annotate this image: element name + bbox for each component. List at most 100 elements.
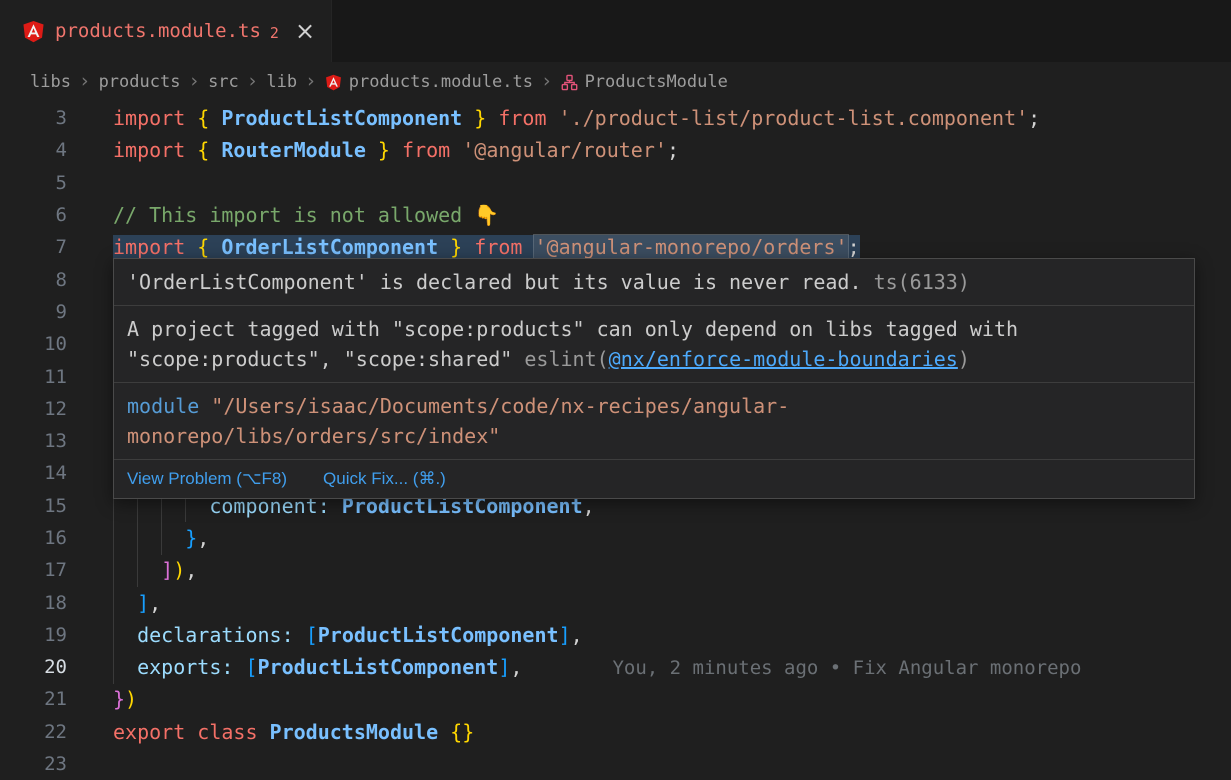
line-number[interactable]: 23 <box>0 753 100 775</box>
line-number[interactable]: 17 <box>0 559 100 581</box>
code-token: } <box>462 106 486 130</box>
code-text <box>100 268 113 292</box>
code-token <box>113 655 137 679</box>
breadcrumb-separator-icon: › <box>81 70 89 92</box>
close-icon[interactable]: × <box>295 19 315 43</box>
line-number[interactable]: 4 <box>0 139 100 161</box>
line-number[interactable]: 15 <box>0 495 100 517</box>
code-token: [ <box>245 655 257 679</box>
module-icon <box>561 74 578 91</box>
code-token: OrderListComponent <box>221 235 438 259</box>
breadcrumb-item-src[interactable]: src <box>208 72 239 92</box>
indent-guide <box>161 490 162 555</box>
breadcrumb-label: libs <box>30 72 71 92</box>
line-number[interactable]: 18 <box>0 592 100 614</box>
code-token: } <box>113 687 125 711</box>
code-token: , <box>571 623 583 647</box>
code-text: ]), <box>100 558 197 582</box>
code-token: RouterModule <box>221 138 366 162</box>
code-token: '@angular/router' <box>462 138 667 162</box>
code-token: } <box>185 526 197 550</box>
breadcrumb-item-libs[interactable]: libs <box>30 72 71 92</box>
tab-problems-badge: 2 <box>270 21 279 42</box>
code-token: { <box>197 138 221 162</box>
line-number[interactable]: 16 <box>0 527 100 549</box>
line-number[interactable]: 10 <box>0 333 100 355</box>
line-number[interactable]: 11 <box>0 366 100 388</box>
line-number[interactable]: 3 <box>0 107 100 129</box>
code-token: // This import is not allowed <box>113 203 474 227</box>
code-line-20[interactable]: 20 exports: [ProductListComponent],You, … <box>0 651 1231 683</box>
eslint-rule-link[interactable]: @nx/enforce-module-boundaries <box>609 347 958 371</box>
line-number[interactable]: 7 <box>0 236 100 258</box>
code-line-4[interactable]: 4import { RouterModule } from '@angular/… <box>0 134 1231 166</box>
code-token: exports: <box>137 655 233 679</box>
code-line-22[interactable]: 22export class ProductsModule {} <box>0 716 1231 748</box>
code-token: import <box>113 235 197 259</box>
code-text: import { ProductListComponent } from './… <box>100 106 1040 130</box>
git-blame-annotation: You, 2 minutes ago • Fix Angular monorep… <box>612 657 1081 679</box>
code-token <box>113 526 185 550</box>
code-line-16[interactable]: 16 }, <box>0 522 1231 554</box>
line-number[interactable]: 22 <box>0 721 100 743</box>
hover-actions: View Problem (⌥F8) Quick Fix... (⌘.) <box>114 460 1194 498</box>
view-problem-action[interactable]: View Problem (⌥F8) <box>127 469 287 489</box>
code-token: declarations: <box>137 623 294 647</box>
code-token: '@angular-monorepo/orders' <box>534 235 847 259</box>
hover-eslint-diagnostic: A project tagged with "scope:products" c… <box>114 306 1194 383</box>
code-text <box>100 461 113 485</box>
code-line-17[interactable]: 17 ]), <box>0 554 1231 586</box>
line-number[interactable]: 6 <box>0 204 100 226</box>
code-token <box>113 623 137 647</box>
diagnostic-message: 'OrderListComponent' is declared but its… <box>127 270 862 294</box>
line-number[interactable]: 19 <box>0 624 100 646</box>
eslint-message-line2: "scope:products", "scope:shared" eslint(… <box>127 344 1181 374</box>
tab-bar: products.module.ts 2 × <box>0 0 1231 62</box>
code-token <box>233 655 245 679</box>
breadcrumb-label: lib <box>266 72 297 92</box>
eslint-scopes: "scope:products", "scope:shared" <box>127 347 512 371</box>
code-token: ProductsModule <box>270 720 439 744</box>
quick-fix-action[interactable]: Quick Fix... (⌘.) <box>323 469 446 489</box>
diagnostic-source: ts(6133) <box>874 270 970 294</box>
code-line-3[interactable]: 3import { ProductListComponent } from '.… <box>0 102 1231 134</box>
line-number[interactable]: 21 <box>0 688 100 710</box>
breadcrumb-item-lib[interactable]: lib <box>266 72 297 92</box>
code-token: ) <box>173 558 185 582</box>
tab-products-module-ts[interactable]: products.module.ts 2 × <box>0 0 332 62</box>
line-number[interactable]: 5 <box>0 172 100 194</box>
code-token: import <box>113 106 197 130</box>
code-token: ] <box>137 591 149 615</box>
breadcrumb-separator-icon: › <box>249 70 257 92</box>
line-number[interactable]: 13 <box>0 430 100 452</box>
code-line-18[interactable]: 18 ], <box>0 586 1231 618</box>
line-number[interactable]: 14 <box>0 462 100 484</box>
code-token: from <box>390 138 462 162</box>
code-line-6[interactable]: 6// This import is not allowed 👇 <box>0 199 1231 231</box>
angular-icon <box>325 74 342 91</box>
code-line-23[interactable]: 23 <box>0 748 1231 780</box>
code-token: } <box>438 235 462 259</box>
hover-ts-diagnostic: 'OrderListComponent' is declared but its… <box>114 259 1194 306</box>
code-line-5[interactable]: 5 <box>0 167 1231 199</box>
breadcrumb-item-productsmodule[interactable]: ProductsModule <box>561 72 728 92</box>
line-number[interactable]: 12 <box>0 398 100 420</box>
code-token: ProductListComponent <box>221 106 462 130</box>
code-token <box>438 720 450 744</box>
line-number[interactable]: 8 <box>0 269 100 291</box>
breadcrumb-item-products[interactable]: products <box>99 72 181 92</box>
line-number[interactable]: 9 <box>0 301 100 323</box>
code-text: import { RouterModule } from '@angular/r… <box>100 138 679 162</box>
eslint-source-suffix: ) <box>958 347 970 371</box>
code-token: [ <box>306 623 318 647</box>
code-token: , <box>197 526 209 550</box>
code-line-21[interactable]: 21}) <box>0 683 1231 715</box>
code-line-19[interactable]: 19 declarations: [ProductListComponent], <box>0 619 1231 651</box>
line-number[interactable]: 20 <box>0 656 100 678</box>
breadcrumb: libs›products›src›lib›products.module.ts… <box>0 62 1231 102</box>
breadcrumb-item-products.module.ts[interactable]: products.module.ts <box>325 72 533 92</box>
code-token: ; <box>1028 106 1040 130</box>
code-text <box>100 397 113 421</box>
code-token: ) <box>125 687 137 711</box>
code-token: ProductListComponent <box>318 623 559 647</box>
